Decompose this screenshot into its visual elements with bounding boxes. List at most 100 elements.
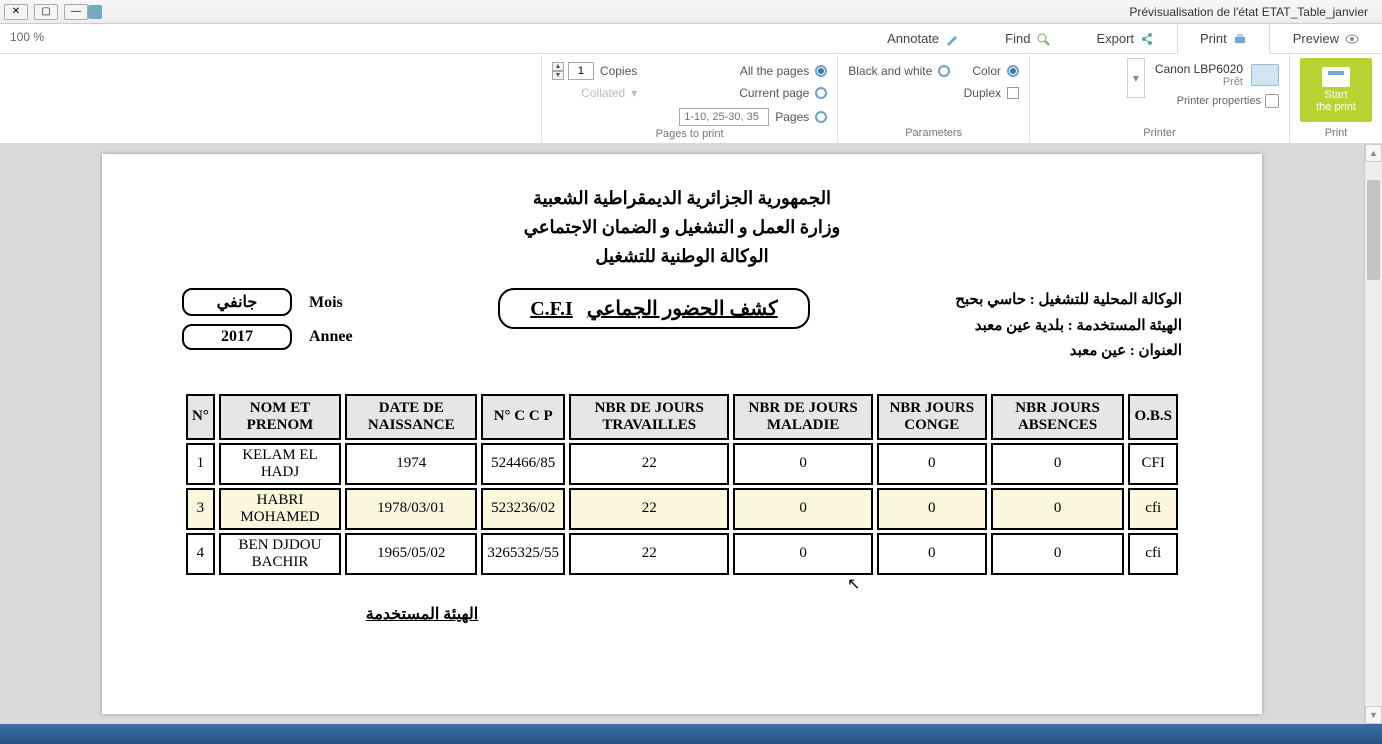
window-controls: ✕ ▢ — [4,4,88,20]
cell: 22 [569,488,729,530]
ribbon-tabs: Preview Print Export Find Annotate 100 % [0,24,1382,54]
cell: 0 [733,533,872,575]
current-page-label: Current page [739,86,809,100]
scroll-up-icon[interactable]: ▲ [1365,144,1382,162]
cell: 1 [186,443,215,485]
doc-footer: الهيئة المستخدمة [182,604,662,624]
tab-print[interactable]: Print [1177,24,1270,54]
col-header: NBR JOURS CONGE [877,394,987,440]
printer-icon [1233,32,1247,46]
cell: 1965/05/02 [345,533,477,575]
pages-label: Pages [775,110,809,124]
mois-label: Mois [309,294,343,312]
col-header: N° C C P [481,394,565,440]
taskbar [0,724,1382,744]
maximize-button[interactable]: ▢ [34,4,58,20]
copies-input[interactable] [568,62,594,80]
tab-annotate[interactable]: Annotate [864,24,982,53]
printer-name: Canon LBP6020 [1155,62,1243,76]
printer-icon [1251,64,1279,86]
document-page: الجمهورية الجزائرية الديمقراطية الشعبية … [102,154,1262,714]
header-line: الوكالة الوطنية للتشغيل [182,242,1182,271]
printer-dropdown[interactable]: ▾ [1127,58,1145,98]
cell: 4 [186,533,215,575]
table-row: 3HABRI MOHAMED1978/03/01523236/0222000cf… [186,488,1178,530]
pages-radio[interactable] [815,111,827,123]
doc-meta-row: جانفي Mois 2017 Annee كشف الحضور الجماعي… [182,288,1182,365]
share-icon [1140,32,1154,46]
color-radio[interactable] [1007,65,1019,77]
group-parameters: Black and white Color Duplex Parameters [837,54,1029,143]
annee-box: 2017 [182,324,292,350]
cell: BEN DJDOU BACHIR [219,533,341,575]
pencil-icon [945,32,959,46]
tab-export[interactable]: Export [1073,24,1177,53]
tab-preview[interactable]: Preview [1270,24,1382,53]
cell: 0 [991,533,1125,575]
zoom-level[interactable]: 100 % [0,24,54,53]
meta-left: جانفي Mois 2017 Annee [182,288,353,358]
col-header: O.B.S [1128,394,1178,440]
duplex-checkbox[interactable] [1007,87,1019,99]
title-fr: C.F.I [530,298,573,321]
eye-icon [1345,32,1359,46]
gear-icon [1265,94,1279,108]
button-label: Start the print [1316,89,1356,113]
col-header: NBR JOURS ABSENCES [991,394,1125,440]
annee-label: Annee [309,328,353,346]
cell: 0 [877,533,987,575]
all-pages-radio[interactable] [815,65,827,77]
cell: 0 [991,488,1125,530]
cell: 524466/85 [481,443,565,485]
cell: 22 [569,443,729,485]
table-row: 1KELAM EL HADJ1974524466/8522000CFI [186,443,1178,485]
color-label: Color [972,64,1001,78]
close-button[interactable]: ✕ [4,4,28,20]
meta-right: الوكالة المحلية للتشغيل : حاسي بحبح الهي… [955,288,1182,365]
cell: 0 [991,443,1125,485]
group-caption: Pages to print [552,126,827,142]
cell: KELAM EL HADJ [219,443,341,485]
cell: 523236/02 [481,488,565,530]
cell: 3265325/55 [481,533,565,575]
group-caption: Printer [1040,125,1279,141]
copies-label: Copies [600,64,637,78]
cell: 0 [877,443,987,485]
cell: CFI [1128,443,1178,485]
preview-canvas[interactable]: الجمهورية الجزائرية الديمقراطية الشعبية … [0,144,1364,724]
group-pages: All the pages Current page Pages [541,54,837,143]
meta-line: العنوان : عين معبد [955,339,1182,365]
bw-label: Black and white [848,64,932,78]
scroll-thumb[interactable] [1367,180,1380,280]
minimize-button[interactable]: — [64,4,88,20]
scroll-down-icon[interactable]: ▼ [1365,706,1382,724]
cell: 3 [186,488,215,530]
bw-radio[interactable] [938,65,950,77]
tab-label: Find [1005,31,1030,46]
doc-header: الجمهورية الجزائرية الديمقراطية الشعبية … [182,184,1182,270]
start-print-button[interactable]: Start the print [1300,58,1372,122]
printer-properties-link[interactable]: Printer properties [1177,94,1279,108]
current-page-radio[interactable] [815,87,827,99]
chevron-down-icon: ▾ [631,86,637,100]
cell: 0 [733,488,872,530]
app-window: Prévisualisation de l'état ETAT_Table_ja… [0,0,1382,744]
col-header: NOM ET PRENOM [219,394,341,440]
cell: cfi [1128,533,1178,575]
pages-input[interactable] [679,108,769,126]
cell: 1978/03/01 [345,488,477,530]
cell: 0 [733,443,872,485]
copies-spinner[interactable]: ▲▼ [552,62,594,80]
meta-line: الوكالة المحلية للتشغيل : حاسي بحبح [955,288,1182,314]
preview-area: الجمهورية الجزائرية الديمقراطية الشعبية … [0,144,1382,724]
tab-label: Print [1200,31,1227,46]
vertical-scrollbar[interactable]: ▲ ▼ [1364,144,1382,724]
collated-label: Collated [581,86,625,100]
cell: HABRI MOHAMED [219,488,341,530]
tab-find[interactable]: Find [982,24,1073,53]
titlebar: Prévisualisation de l'état ETAT_Table_ja… [0,0,1382,24]
title-ar: كشف الحضور الجماعي [587,296,778,321]
meta-line: الهيئة المستخدمة : بلدية عين معبد [955,314,1182,340]
link-label: Printer properties [1177,95,1261,107]
header-line: وزارة العمل و التشغيل و الضمان الاجتماعي [182,213,1182,242]
